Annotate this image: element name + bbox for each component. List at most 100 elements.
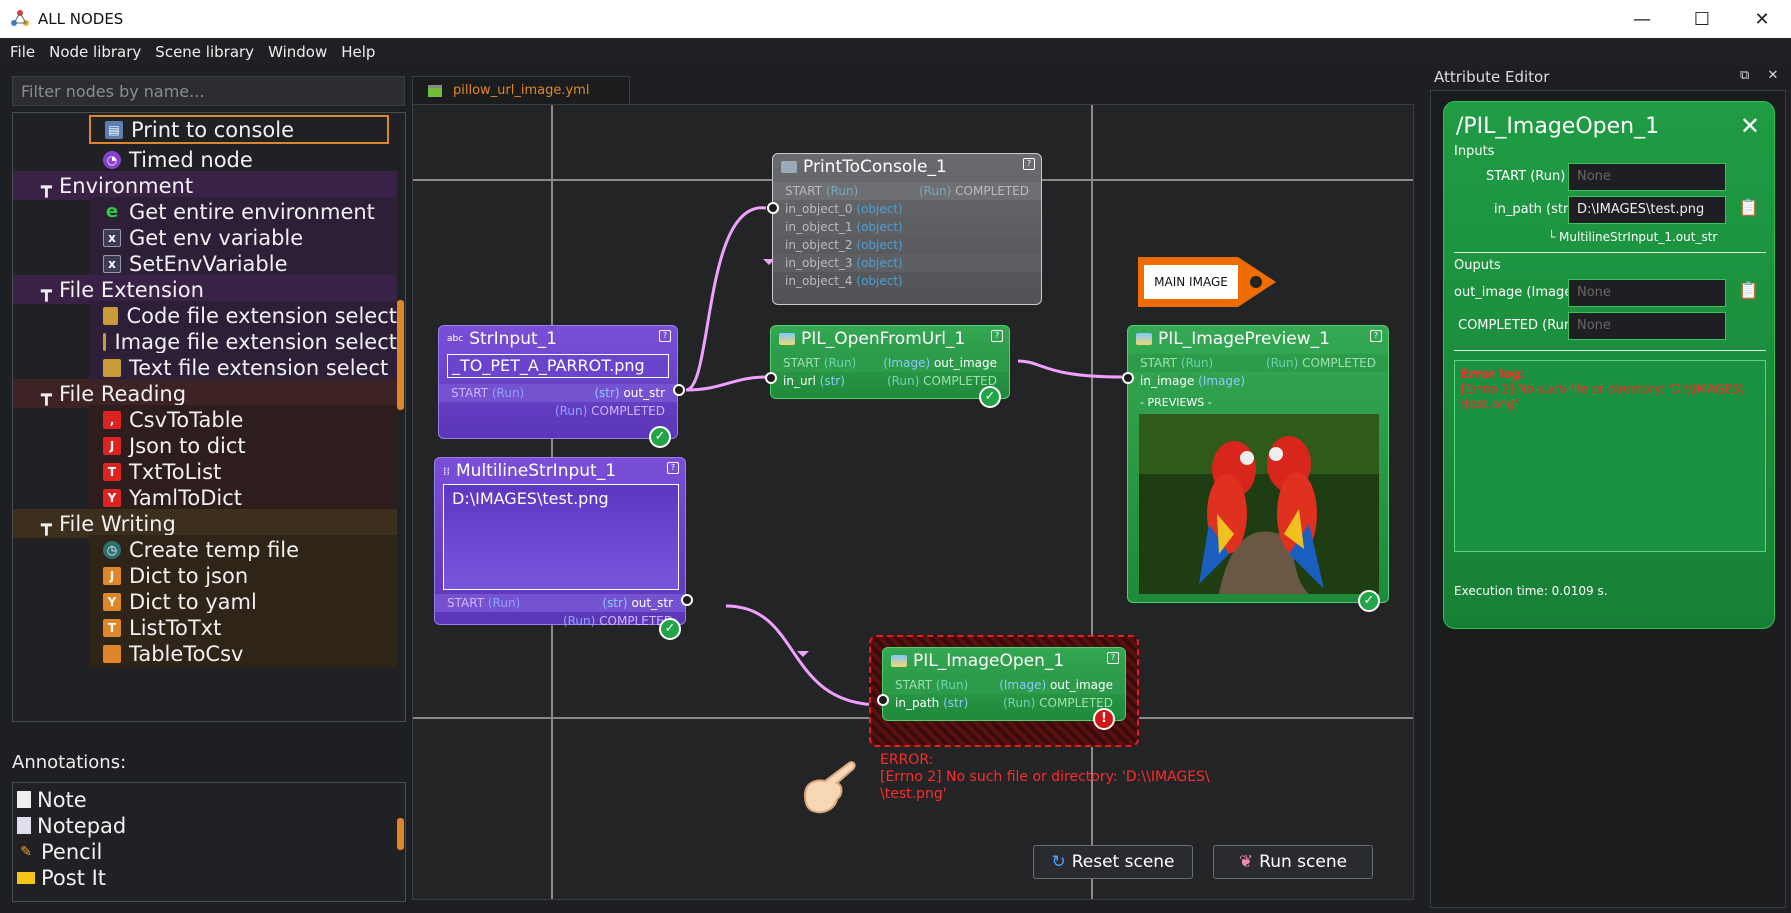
env-icon: e xyxy=(105,201,119,222)
tree-item-set-env-variable[interactable]: x SetEnvVariable xyxy=(89,249,397,278)
close-card-icon[interactable]: ✕ xyxy=(1740,112,1760,140)
multiline-value-textarea[interactable]: D:\IMAGES\test.png xyxy=(443,484,679,590)
tree-item-txt-to-list[interactable]: T TxtToList xyxy=(89,457,397,486)
annotation-pencil[interactable]: ✎ Pencil xyxy=(17,837,102,866)
close-panel-icon[interactable]: ✕ xyxy=(1767,68,1778,83)
port-row-in-object-4[interactable]: in_object_4 (object) xyxy=(773,272,1041,290)
port-label: START xyxy=(785,184,823,198)
output-port[interactable] xyxy=(673,384,685,396)
start-run-field[interactable]: None xyxy=(1568,163,1726,191)
port-type: (Image) xyxy=(1198,374,1246,388)
port-row-in-object-3[interactable]: in_object_3 (object) xyxy=(773,254,1041,272)
error-line: \test.png' xyxy=(880,786,947,802)
output-port[interactable] xyxy=(681,594,693,606)
tree-category-file-reading[interactable]: ┳ File Reading xyxy=(13,379,397,408)
port-label: COMPLETED xyxy=(955,184,1029,198)
input-port[interactable] xyxy=(877,694,889,706)
tree-item-timed-node[interactable]: ◔ Timed node xyxy=(89,145,397,174)
tree-scrollbar[interactable] xyxy=(397,300,404,410)
node-pil-open-from-url[interactable]: PIL_OpenFromUrl_1 ? START (Run) (Image) … xyxy=(765,325,1010,408)
help-icon[interactable]: ? xyxy=(659,330,671,342)
input-port[interactable] xyxy=(765,372,777,384)
help-icon[interactable]: ? xyxy=(667,462,679,474)
port-type: (str) xyxy=(594,386,620,400)
menu-file[interactable]: File xyxy=(10,43,35,61)
reset-scene-button[interactable]: ↻ Reset scene xyxy=(1033,845,1193,879)
scene-error-message: ERROR: [Errno 2] No such file or directo… xyxy=(880,752,1220,803)
tree-category-file-writing[interactable]: ┳ File Writing xyxy=(13,509,397,538)
tree-item-label: Image file extension select xyxy=(114,329,397,354)
tree-item-list-to-txt[interactable]: T ListToTxt xyxy=(89,613,397,642)
help-icon[interactable]: ? xyxy=(1370,330,1382,342)
in-path-field[interactable]: D:\IMAGES\test.png xyxy=(1568,196,1726,224)
tab-label: pillow_url_image.yml xyxy=(453,83,590,98)
tree-item-get-entire-environment[interactable]: e Get entire environment xyxy=(89,197,397,226)
node-strinput[interactable]: abc StrInput_1 ? _TO_PET_A_PARROT.png ST… xyxy=(438,325,685,448)
attribute-editor-title: Attribute Editor xyxy=(1434,68,1550,86)
menu-scene-library[interactable]: Scene library xyxy=(155,43,254,61)
menu-node-library[interactable]: Node library xyxy=(49,43,141,61)
node-pil-image-open[interactable]: PIL_ImageOpen_1 ? START (Run) (Image) ou… xyxy=(877,647,1126,730)
close-window-button[interactable]: ✕ xyxy=(1732,0,1791,38)
annotation-note[interactable]: Note xyxy=(17,785,87,814)
completed-run-field[interactable]: None xyxy=(1568,312,1726,340)
yaml-icon: Y xyxy=(103,592,121,611)
tree-item-image-file-extension[interactable]: Image file extension select xyxy=(89,327,397,356)
port-row-completed: (Run) COMPLETED xyxy=(439,402,677,420)
node-print-to-console[interactable]: PrintToConsole_1 ? START (Run) (Run) COM… xyxy=(767,153,1042,305)
tree-item-json-to-dict[interactable]: J Json to dict xyxy=(89,431,397,460)
tree-item-label: Text file extension select xyxy=(129,355,389,380)
help-icon[interactable]: ? xyxy=(1023,158,1035,170)
port-row-in-object-0[interactable]: in_object_0 (object) xyxy=(773,200,1041,218)
port-type: (object) xyxy=(856,220,903,234)
tree-item-dict-to-yaml[interactable]: Y Dict to yaml xyxy=(89,587,397,616)
category-icon: ┳ xyxy=(41,177,52,198)
tree-category-file-extension[interactable]: ┳ File Extension xyxy=(13,275,397,304)
printer-icon xyxy=(781,161,797,173)
tree-item-dict-to-json[interactable]: J Dict to json xyxy=(89,561,397,590)
port-row-in-object-1[interactable]: in_object_1 (object) xyxy=(773,218,1041,236)
tag-label: MAIN IMAGE xyxy=(1154,275,1228,289)
tree-item-code-file-extension[interactable]: Code file extension select xyxy=(89,301,397,330)
node-header: abc StrInput_1 xyxy=(439,326,677,352)
float-panel-icon[interactable]: ⧉ xyxy=(1740,68,1749,83)
annotation-post-it[interactable]: Post It xyxy=(17,863,106,892)
help-icon[interactable]: ? xyxy=(1107,652,1119,664)
tree-item-create-temp-file[interactable]: ◷ Create temp file xyxy=(89,535,397,564)
pointing-hand-icon xyxy=(803,761,856,814)
input-port[interactable] xyxy=(767,202,779,214)
str-value-input[interactable]: _TO_PET_A_PARROT.png xyxy=(447,354,669,378)
tree-item-table-to-csv[interactable]: TableToCsv xyxy=(89,639,397,668)
tree-item-yaml-to-dict[interactable]: Y YamlToDict xyxy=(89,483,397,512)
tree-item-label: Create temp file xyxy=(129,537,300,562)
clipboard-icon[interactable]: 📋 xyxy=(1738,281,1759,301)
minimize-button[interactable]: — xyxy=(1612,0,1672,38)
tree-item-label: SetEnvVariable xyxy=(129,251,288,276)
tree-item-csv-to-table[interactable]: , CsvToTable xyxy=(89,405,397,434)
input-port[interactable] xyxy=(1122,372,1134,384)
maximize-button[interactable]: ☐ xyxy=(1672,0,1732,38)
out-image-field[interactable]: None xyxy=(1568,279,1726,307)
txt-icon: T xyxy=(103,618,121,637)
tree-item-print-to-console[interactable]: ▤ Print to console xyxy=(89,115,389,144)
tree-item-get-env-variable[interactable]: x Get env variable xyxy=(89,223,397,252)
port-label: in_object_2 xyxy=(785,238,853,252)
node-multiline-strinput[interactable]: ⁞⁞ MultilineStrInput_1 ? D:\IMAGES\test.… xyxy=(434,457,693,640)
node-header: PrintToConsole_1 xyxy=(773,154,1041,180)
filter-nodes-input[interactable]: Filter nodes by name... xyxy=(12,76,405,106)
clipboard-icon[interactable]: 📋 xyxy=(1738,198,1759,218)
annotations-title: Annotations: xyxy=(12,752,127,773)
menu-window[interactable]: Window xyxy=(268,43,327,61)
annotations-scrollbar[interactable] xyxy=(397,818,404,850)
run-scene-button[interactable]: ❦ Run scene xyxy=(1213,845,1373,879)
port-row-in-object-2[interactable]: in_object_2 (object) xyxy=(773,236,1041,254)
tab-scene-file[interactable]: pillow_url_image.yml xyxy=(412,76,630,104)
help-icon[interactable]: ? xyxy=(991,330,1003,342)
tree-item-text-file-extension[interactable]: Text file extension select xyxy=(89,353,397,382)
tree-category-environment[interactable]: ┳ Environment xyxy=(13,171,397,200)
txt-icon: T xyxy=(103,462,121,481)
annotation-notepad[interactable]: Notepad xyxy=(17,811,126,840)
node-pil-image-preview[interactable]: PIL_ImagePreview_1 ? START (Run) (Run) C… xyxy=(1122,325,1389,612)
menu-help[interactable]: Help xyxy=(341,43,375,61)
category-icon: ┳ xyxy=(41,281,52,302)
